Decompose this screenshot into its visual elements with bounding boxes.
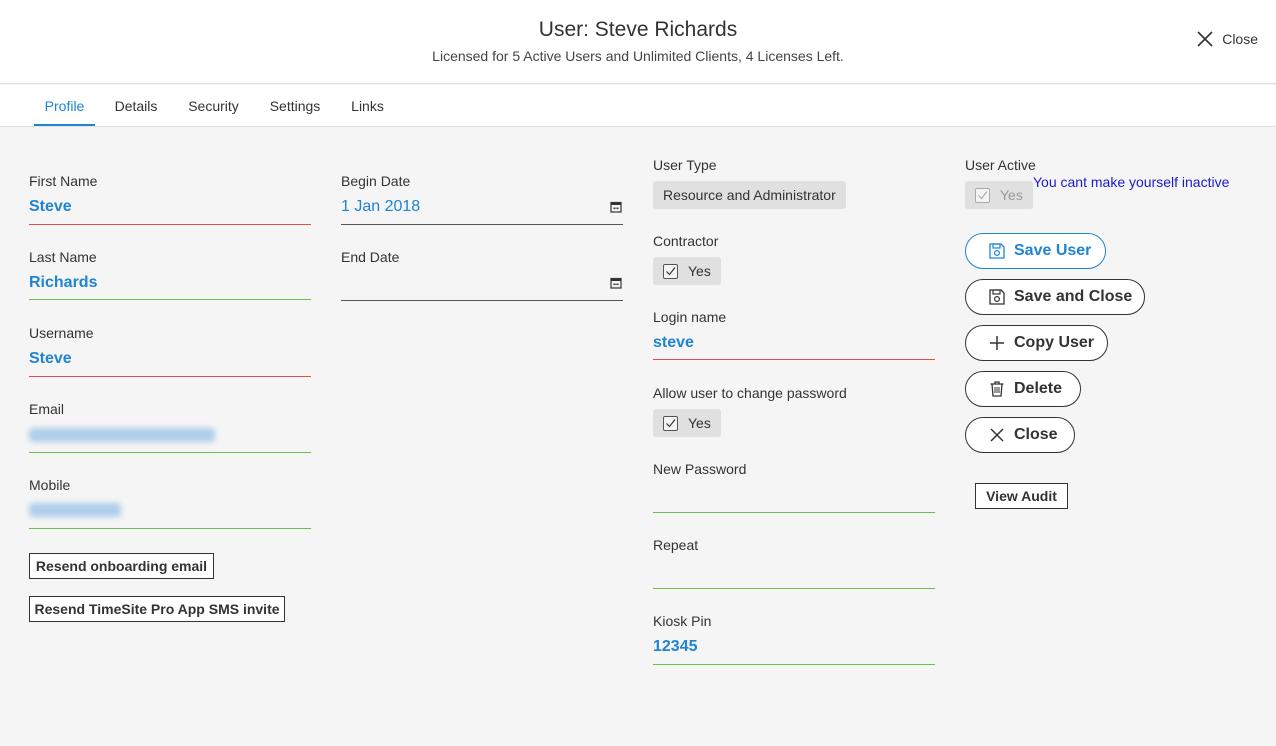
close-icon [990, 428, 1004, 442]
mobile-label: Mobile [29, 477, 71, 493]
plus-icon [990, 336, 1004, 350]
save-and-close-label: Save and Close [1014, 288, 1133, 305]
mobile-field[interactable] [29, 503, 121, 517]
dialog-header: User: Steve Richards Licensed for 5 Acti… [0, 0, 1276, 84]
save-user-label: Save User [1014, 242, 1092, 259]
inactive-warning-note: You cant make yourself inactive [1033, 174, 1230, 190]
user-type-select[interactable]: Resource and Administrator [653, 181, 846, 209]
kiosk-pin-input[interactable]: 12345 [653, 638, 698, 656]
last-name-input[interactable]: Richards [29, 274, 97, 292]
email-underline [29, 452, 311, 453]
tab-links[interactable]: Links [345, 85, 390, 126]
tab-details[interactable]: Details [108, 85, 164, 126]
save-and-close-button[interactable]: Save and Close [965, 279, 1145, 315]
header-close-label: Close [1222, 31, 1258, 47]
tab-security[interactable]: Security [182, 85, 245, 126]
save-icon [989, 243, 1005, 259]
contractor-label: Contractor [653, 233, 719, 249]
mobile-underline [29, 528, 311, 529]
new-password-underline [653, 512, 935, 513]
trash-icon [990, 381, 1004, 397]
new-password-label: New Password [653, 461, 747, 477]
license-subtitle: Licensed for 5 Active Users and Unlimite… [432, 48, 844, 64]
tab-bar: Profile Details Security Settings Links [0, 85, 1276, 127]
close-button[interactable]: Close [965, 417, 1075, 453]
last-name-label: Last Name [29, 249, 97, 265]
header-close-button[interactable]: Close [1196, 30, 1258, 48]
checkbox-checked-icon [663, 263, 678, 279]
page-title: User: Steve Richards [538, 18, 738, 41]
end-date-underline [341, 300, 623, 301]
save-user-button[interactable]: Save User [965, 233, 1106, 269]
repeat-password-underline [653, 588, 935, 589]
email-field[interactable] [29, 428, 215, 442]
close-icon [1197, 31, 1213, 47]
username-label: Username [29, 325, 94, 341]
kiosk-pin-underline [653, 664, 935, 665]
save-icon [989, 289, 1005, 305]
copy-user-label: Copy User [1014, 334, 1095, 351]
user-active-checkbox[interactable]: Yes [965, 181, 1033, 209]
contractor-value: Yes [688, 263, 711, 279]
checkbox-checked-icon [663, 415, 678, 431]
begin-date-input[interactable]: 1 Jan 2018 [341, 198, 420, 216]
user-type-label: User Type [653, 157, 717, 173]
end-date-label: End Date [341, 249, 400, 265]
view-audit-button[interactable]: View Audit [975, 483, 1068, 509]
user-active-value: Yes [1000, 187, 1023, 203]
login-name-input[interactable]: steve [653, 334, 694, 352]
checkbox-checked-icon [975, 187, 990, 203]
username-input[interactable]: Steve [29, 350, 72, 368]
close-label: Close [1014, 426, 1058, 443]
repeat-password-label: Repeat [653, 537, 699, 553]
username-underline [29, 376, 311, 377]
login-name-underline [653, 359, 935, 360]
first-name-underline [29, 224, 311, 225]
email-label: Email [29, 401, 65, 417]
resend-onboarding-button[interactable]: Resend onboarding email [29, 553, 214, 579]
user-active-label: User Active [965, 157, 1036, 173]
allow-change-password-label: Allow user to change password [653, 385, 847, 401]
allow-change-password-value: Yes [688, 415, 711, 431]
calendar-icon[interactable] [610, 201, 622, 213]
tab-settings[interactable]: Settings [263, 85, 327, 126]
calendar-icon[interactable] [610, 277, 622, 289]
allow-change-password-checkbox[interactable]: Yes [653, 409, 721, 437]
first-name-input[interactable]: Steve [29, 198, 72, 216]
login-name-label: Login name [653, 309, 727, 325]
first-name-label: First Name [29, 173, 98, 189]
delete-label: Delete [1014, 380, 1063, 397]
copy-user-button[interactable]: Copy User [965, 325, 1108, 361]
begin-date-label: Begin Date [341, 173, 411, 189]
delete-button[interactable]: Delete [965, 371, 1081, 407]
resend-sms-button[interactable]: Resend TimeSite Pro App SMS invite [29, 596, 285, 622]
kiosk-pin-label: Kiosk Pin [653, 613, 712, 629]
last-name-underline [29, 299, 311, 300]
contractor-checkbox[interactable]: Yes [653, 257, 721, 285]
tab-profile[interactable]: Profile [34, 85, 95, 126]
begin-date-underline [341, 224, 623, 225]
